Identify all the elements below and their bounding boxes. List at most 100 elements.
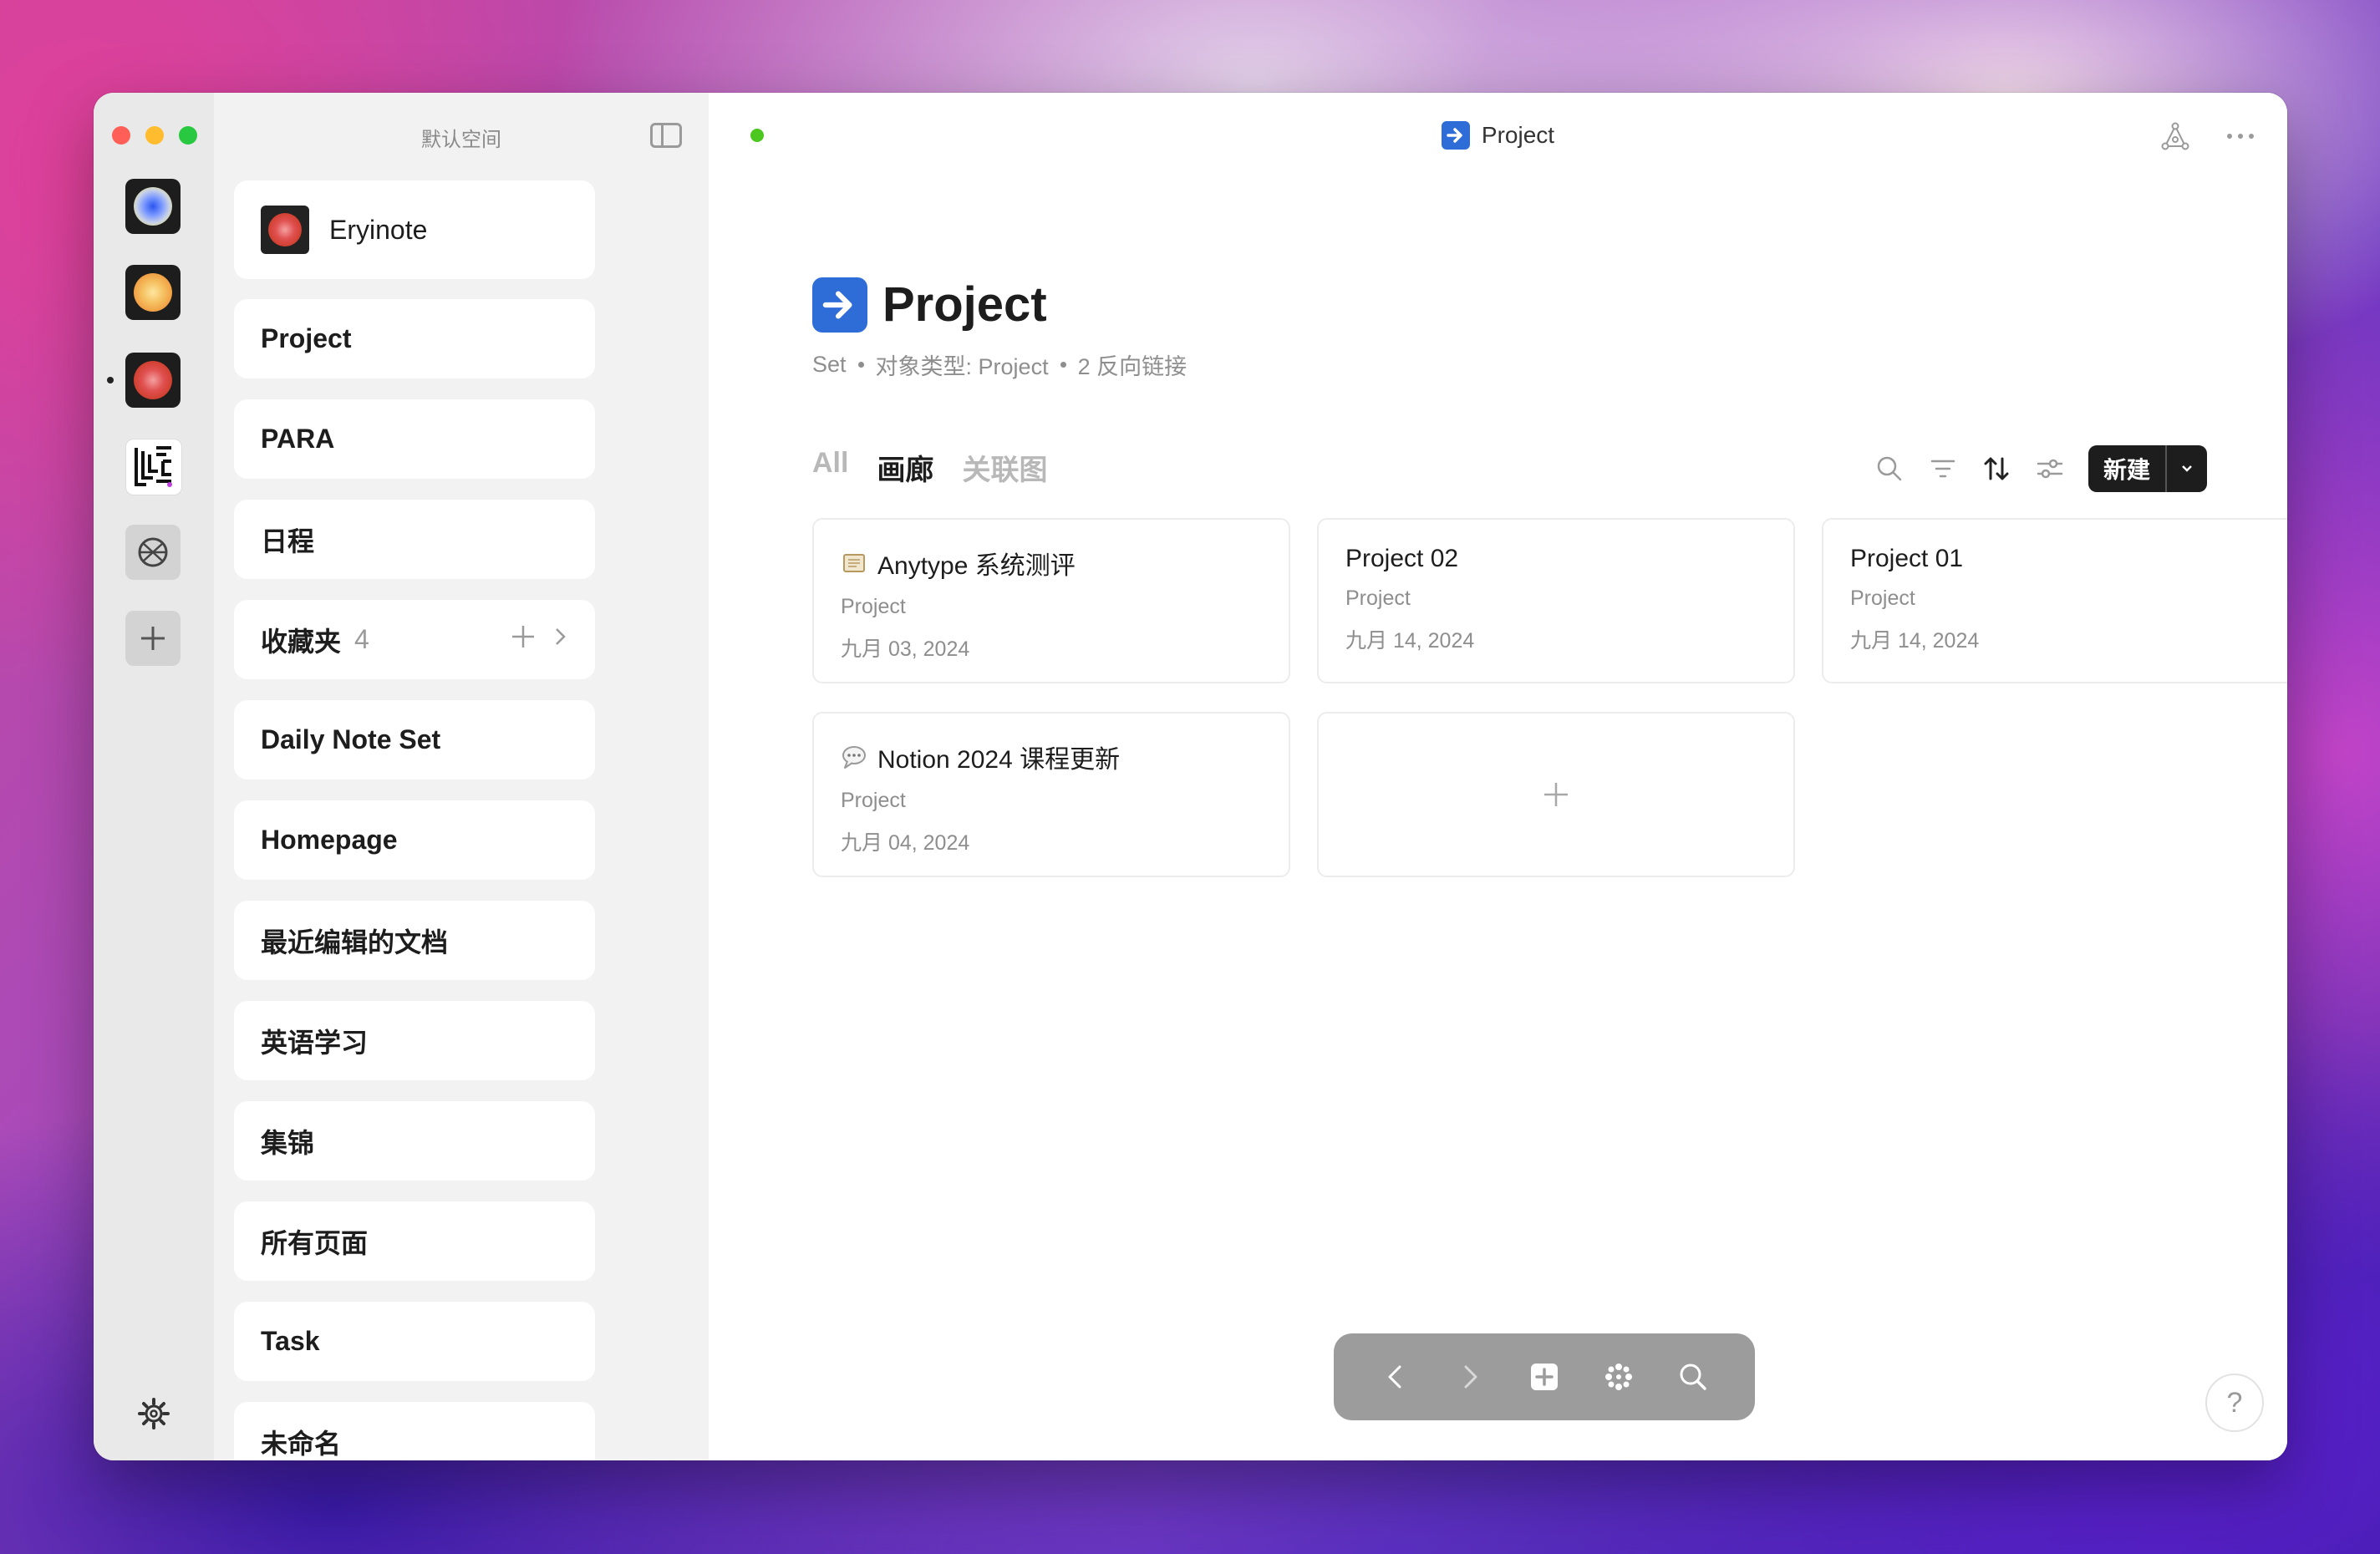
space-lrc-logo[interactable] bbox=[125, 439, 182, 495]
chevron-down-icon bbox=[2182, 465, 2192, 472]
toggle-sidebar-icon[interactable] bbox=[650, 123, 682, 148]
active-space-indicator bbox=[107, 377, 114, 383]
forward-arrow-icon[interactable] bbox=[1453, 1360, 1487, 1394]
page-meta: Set 对象类型: Project 2 反向链接 bbox=[812, 348, 1187, 381]
card-date: 九月 14, 2024 bbox=[1345, 629, 1475, 653]
tab-graph[interactable]: 关联图 bbox=[962, 447, 1047, 488]
right-arrow-emoji-icon bbox=[1441, 121, 1470, 150]
create-object-icon[interactable] bbox=[1528, 1360, 1561, 1394]
meta-kind[interactable]: Set bbox=[812, 352, 847, 378]
sidebar-item-label: 英语学习 bbox=[261, 1027, 369, 1058]
meta-separator bbox=[1060, 362, 1066, 368]
card-title-text: Notion 2024 课程更新 bbox=[877, 746, 1121, 774]
meta-backlinks[interactable]: 2 反向链接 bbox=[1078, 348, 1187, 381]
gallery-card-project-02[interactable]: Project 02 Project 九月 14, 2024 bbox=[1317, 518, 1795, 683]
view-settings-sliders-icon[interactable] bbox=[2035, 454, 2065, 484]
gallery-card-project-01[interactable]: Project 01 Project 九月 14, 2024 bbox=[1822, 518, 2287, 683]
more-options-icon[interactable] bbox=[2224, 123, 2257, 150]
sidebar-item-daily-note-set[interactable]: Daily Note Set bbox=[234, 700, 595, 780]
new-button-label: 新建 bbox=[2103, 457, 2150, 483]
sidebar-item-label: 集锦 bbox=[261, 1127, 315, 1158]
sidebar-item-favorites[interactable]: 收藏夹 4 bbox=[234, 600, 595, 679]
space-yellow-orb[interactable] bbox=[125, 265, 181, 320]
card-type: Project bbox=[1345, 587, 1411, 610]
globe-icon bbox=[138, 537, 168, 567]
settings-gear-icon[interactable] bbox=[137, 1397, 170, 1430]
main-content: Project Project Set 对象类型: Project 2 反向链接 bbox=[709, 93, 2287, 1460]
space-name[interactable]: 默认空间 bbox=[214, 123, 709, 152]
sidebar-item-label: Homepage bbox=[261, 825, 398, 855]
app-window: 默认空间 Eryinote Project PARA 日程 收藏夹 4 Dail… bbox=[94, 93, 2287, 1460]
sidebar-item-label: Daily Note Set bbox=[261, 724, 441, 754]
filter-icon[interactable] bbox=[1928, 454, 1958, 484]
space-red-orb[interactable] bbox=[125, 353, 181, 408]
sidebar-item-label: 日程 bbox=[261, 526, 315, 556]
chevron-right-icon[interactable] bbox=[548, 625, 572, 648]
meta-object-type[interactable]: 对象类型: Project bbox=[876, 348, 1049, 381]
sidebar-item-label: 未命名 bbox=[261, 1428, 342, 1459]
graph-view-icon[interactable] bbox=[2160, 121, 2190, 151]
card-type: Project bbox=[1850, 587, 1915, 610]
minimize-window-button[interactable] bbox=[145, 126, 164, 145]
card-title-text: Project 02 bbox=[1345, 545, 1459, 572]
view-toolbar: 新建 bbox=[1874, 445, 2207, 492]
help-button[interactable]: ? bbox=[2205, 1374, 2264, 1432]
sidebar-item-label: Eryinote bbox=[329, 214, 428, 245]
space-globe-button[interactable] bbox=[125, 525, 181, 580]
zoom-window-button[interactable] bbox=[179, 126, 197, 145]
window-controls bbox=[112, 126, 197, 145]
topbar-title: Project bbox=[709, 121, 2287, 150]
card-date: 九月 03, 2024 bbox=[841, 637, 970, 661]
card-title: Project 02 bbox=[1345, 545, 1767, 573]
card-date: 九月 14, 2024 bbox=[1850, 629, 1980, 653]
sidebar-item-english[interactable]: 英语学习 bbox=[234, 1001, 595, 1080]
sidebar-item-all-pages[interactable]: 所有页面 bbox=[234, 1201, 595, 1281]
sidebar-item-label: Task bbox=[261, 1326, 320, 1356]
gallery-card-anytype-review[interactable]: Anytype 系统测评 Project 九月 03, 2024 bbox=[812, 518, 1290, 683]
topbar-title-text: Project bbox=[1481, 122, 1555, 148]
card-type: Project bbox=[841, 789, 906, 812]
meta-separator bbox=[857, 362, 864, 368]
sidebar-item-collection[interactable]: 集锦 bbox=[234, 1101, 595, 1181]
view-tabs: All 画廊 关联图 bbox=[812, 447, 1047, 488]
card-title-text: Project 01 bbox=[1850, 545, 1964, 572]
close-window-button[interactable] bbox=[112, 126, 130, 145]
sidebar-item-task[interactable]: Task bbox=[234, 1302, 595, 1381]
lrc-logo-icon bbox=[135, 446, 172, 487]
graph-dots-icon[interactable] bbox=[1602, 1360, 1635, 1394]
page-header: Project bbox=[812, 277, 1047, 333]
sidebar-item-label: 最近编辑的文档 bbox=[261, 927, 449, 957]
page-icon-right-arrow-icon[interactable] bbox=[812, 277, 867, 333]
add-space-button[interactable] bbox=[125, 611, 181, 666]
space-blue-orb[interactable] bbox=[125, 179, 181, 234]
sidebar-item-schedule[interactable]: 日程 bbox=[234, 500, 595, 579]
sort-icon[interactable] bbox=[1981, 454, 2011, 484]
gallery-card-notion-2024[interactable]: Notion 2024 课程更新 Project 九月 04, 2024 bbox=[812, 712, 1290, 877]
sidebar-item-recent-docs[interactable]: 最近编辑的文档 bbox=[234, 901, 595, 980]
bottom-navigation bbox=[1334, 1333, 1755, 1420]
add-card-button[interactable] bbox=[1317, 712, 1795, 877]
sidebar-item-homepage[interactable]: Homepage bbox=[234, 800, 595, 880]
sidebar-item-para[interactable]: PARA bbox=[234, 399, 595, 479]
sidebar-item-untitled[interactable]: 未命名 bbox=[234, 1402, 595, 1460]
add-favorite-plus-icon[interactable] bbox=[510, 623, 537, 650]
speech-bubble-emoji-icon bbox=[842, 746, 866, 769]
card-title: Project 01 bbox=[1850, 545, 2271, 573]
tab-all[interactable]: All bbox=[812, 447, 848, 488]
sidebar-item-label: 所有页面 bbox=[261, 1227, 369, 1258]
new-dropdown-button[interactable] bbox=[2165, 445, 2207, 492]
tab-gallery[interactable]: 画廊 bbox=[877, 447, 933, 488]
plus-icon bbox=[141, 627, 165, 650]
space-rail bbox=[94, 93, 214, 1460]
sidebar-item-label: 收藏夹 bbox=[261, 626, 342, 657]
search-icon[interactable] bbox=[1874, 454, 1905, 484]
sidebar-item-project[interactable]: Project bbox=[234, 299, 595, 378]
card-title-text: Anytype 系统测评 bbox=[877, 552, 1076, 580]
new-object-button[interactable]: 新建 bbox=[2088, 445, 2207, 492]
search-icon[interactable] bbox=[1676, 1360, 1710, 1394]
sidebar-item-eryinote[interactable]: Eryinote bbox=[234, 180, 595, 279]
scroll-emoji-icon bbox=[843, 554, 865, 572]
page-title[interactable]: Project bbox=[882, 277, 1047, 333]
sidebar-item-label: PARA bbox=[261, 424, 335, 454]
back-arrow-icon[interactable] bbox=[1379, 1360, 1412, 1394]
